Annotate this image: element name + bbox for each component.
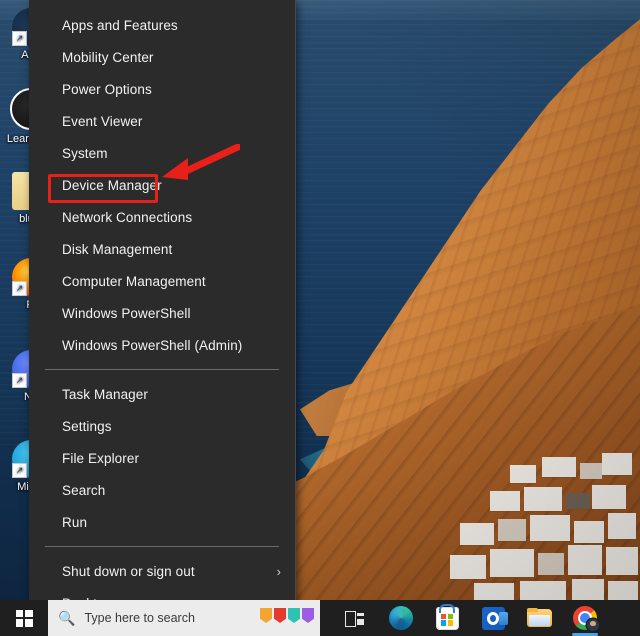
menu-item-label: Task Manager xyxy=(62,386,148,402)
menu-item-file-explorer[interactable]: File Explorer xyxy=(29,442,295,474)
menu-item-label: Event Viewer xyxy=(62,113,143,129)
outlook-icon xyxy=(481,606,508,630)
search-icon: 🔍 xyxy=(58,610,76,626)
google-chrome-icon xyxy=(573,606,599,631)
task-view-button[interactable] xyxy=(332,600,378,636)
file-explorer-button[interactable] xyxy=(516,600,562,636)
taskbar-search-box[interactable]: 🔍 Type here to search xyxy=(48,600,320,636)
shortcut-arrow-icon: ↗ xyxy=(12,31,27,46)
taskbar: 🔍 Type here to search xyxy=(0,600,640,636)
menu-item-search[interactable]: Search xyxy=(29,474,295,506)
menu-item-label: Network Connections xyxy=(62,209,193,225)
taskbar-buttons xyxy=(320,600,608,636)
microsoft-store-button[interactable] xyxy=(424,600,470,636)
menu-separator xyxy=(45,369,279,370)
menu-item-label: Device Manager xyxy=(62,177,162,193)
menu-item-task-manager[interactable]: Task Manager xyxy=(29,378,295,410)
menu-item-label: Computer Management xyxy=(62,273,206,289)
menu-item-label: Mobility Center xyxy=(62,49,154,65)
start-button[interactable] xyxy=(0,600,48,636)
menu-item-label: Windows PowerShell xyxy=(62,305,191,321)
menu-item-settings[interactable]: Settings xyxy=(29,410,295,442)
shortcut-arrow-icon: ↗ xyxy=(12,373,27,388)
menu-item-label: Run xyxy=(62,514,88,530)
microsoft-edge-button[interactable] xyxy=(378,600,424,636)
shortcut-arrow-icon: ↗ xyxy=(12,463,27,478)
menu-item-event-viewer[interactable]: Event Viewer xyxy=(29,105,295,137)
menu-item-label: Disk Management xyxy=(62,241,173,257)
menu-item-network-connections[interactable]: Network Connections xyxy=(29,201,295,233)
file-explorer-icon xyxy=(526,608,552,628)
microsoft-edge-icon xyxy=(389,606,413,630)
menu-item-disk-management[interactable]: Disk Management xyxy=(29,233,295,265)
menu-item-windows-powershell-admin[interactable]: Windows PowerShell (Admin) xyxy=(29,329,295,361)
google-chrome-button[interactable] xyxy=(562,600,608,636)
menu-item-label: File Explorer xyxy=(62,450,140,466)
menu-item-label: Apps and Features xyxy=(62,17,178,33)
white-village xyxy=(450,443,640,608)
menu-item-shut-down-or-sign-out[interactable]: Shut down or sign out › xyxy=(29,555,295,587)
papel-picado-decoration-icon xyxy=(260,608,314,623)
menu-item-system[interactable]: System xyxy=(29,137,295,169)
menu-item-label: Search xyxy=(62,482,106,498)
chevron-right-icon: › xyxy=(276,563,281,579)
menu-item-windows-powershell[interactable]: Windows PowerShell xyxy=(29,297,295,329)
menu-item-label: Power Options xyxy=(62,81,152,97)
shortcut-arrow-icon: ↗ xyxy=(12,281,27,296)
search-placeholder: Type here to search xyxy=(84,611,195,625)
menu-item-label: System xyxy=(62,145,108,161)
menu-item-device-manager[interactable]: Device Manager xyxy=(29,169,295,201)
menu-item-power-options[interactable]: Power Options xyxy=(29,73,295,105)
menu-item-label: Settings xyxy=(62,418,112,434)
menu-item-apps-and-features[interactable]: Apps and Features xyxy=(29,9,295,41)
windows-logo-icon xyxy=(15,609,33,627)
task-view-icon xyxy=(345,610,365,627)
outlook-button[interactable] xyxy=(470,600,516,636)
menu-item-mobility-center[interactable]: Mobility Center xyxy=(29,41,295,73)
user-avatar xyxy=(587,619,599,631)
menu-item-label: Windows PowerShell (Admin) xyxy=(62,337,243,353)
menu-item-run[interactable]: Run xyxy=(29,506,295,538)
microsoft-store-icon xyxy=(435,603,459,630)
menu-item-label: Shut down or sign out xyxy=(62,563,195,579)
menu-item-computer-management[interactable]: Computer Management xyxy=(29,265,295,297)
menu-separator xyxy=(45,546,279,547)
desktop-screen: ↗ Aud Learn this bluet ↗ Fi ↗ No ↗ xyxy=(0,0,640,636)
winx-quick-link-menu[interactable]: Apps and Features Mobility Center Power … xyxy=(29,0,296,608)
